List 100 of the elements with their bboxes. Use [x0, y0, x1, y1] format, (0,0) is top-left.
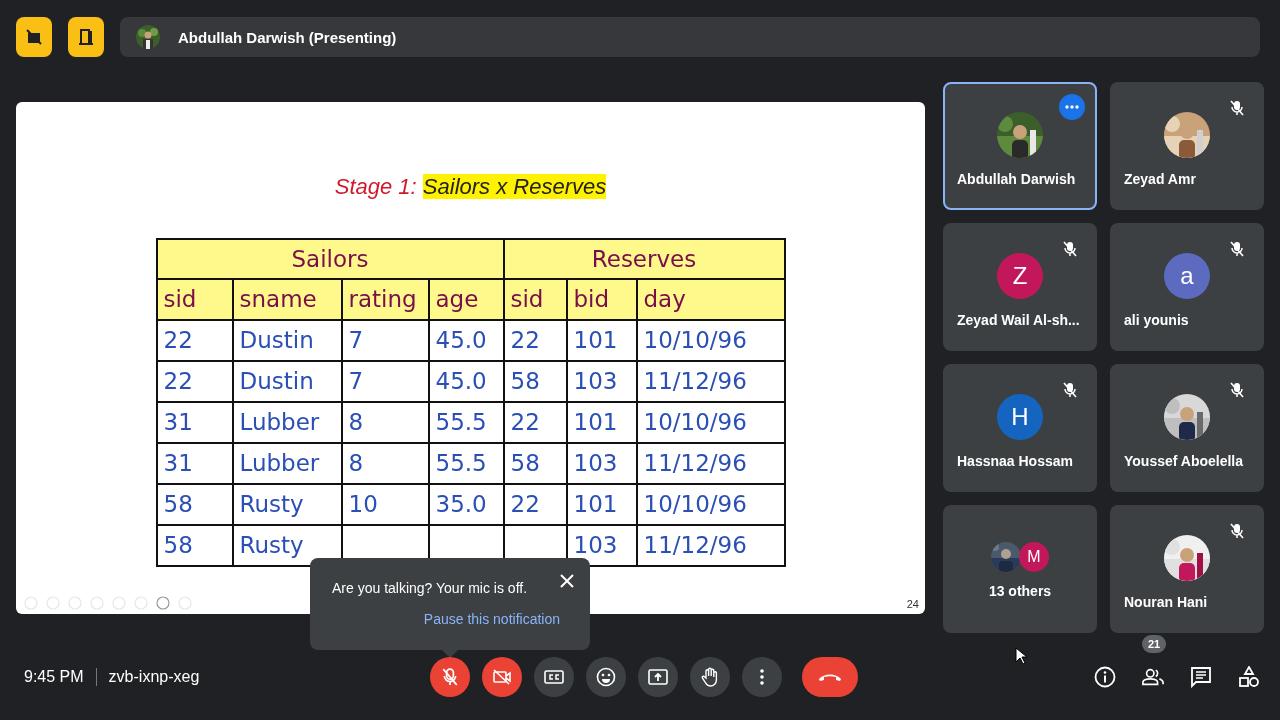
- table-cell: 10/10/96: [636, 483, 785, 525]
- camera-button[interactable]: [482, 656, 522, 697]
- clock-time: 9:45 PM: [24, 667, 84, 686]
- microphone-button[interactable]: [430, 656, 470, 697]
- participant-tile[interactable]: Zeyad Amr: [1110, 82, 1264, 210]
- table-cell: 45.0: [428, 360, 504, 402]
- table-cell: Lubber: [232, 401, 342, 443]
- table-cell: 11/12/96: [636, 524, 785, 566]
- table-cell: 10/10/96: [636, 319, 785, 361]
- table-cell: 7: [341, 319, 429, 361]
- slide-number: 24: [906, 597, 919, 610]
- shapes-icon: [1238, 665, 1260, 688]
- column-header: sid: [503, 278, 567, 320]
- table-cell: 11/12/96: [636, 442, 785, 484]
- leave-call-button[interactable]: [802, 656, 858, 697]
- table-cell: 58: [503, 360, 567, 402]
- more-icon: [1065, 105, 1079, 109]
- column-header: day: [636, 278, 785, 320]
- participant-tile[interactable]: Nouran Hani: [1110, 505, 1264, 633]
- table-cell: 103: [566, 442, 637, 484]
- table-cell: 101: [566, 401, 637, 443]
- table-cell: 35.0: [428, 483, 504, 525]
- participant-tile[interactable]: M 13 others: [943, 505, 1097, 633]
- close-button[interactable]: [558, 572, 576, 590]
- participant-name: Nouran Hani: [1124, 594, 1208, 610]
- table-cell: 103: [566, 360, 637, 402]
- table-cell: 8: [341, 401, 429, 443]
- cursor-icon: [1015, 647, 1027, 665]
- table-cell: 55.5: [428, 442, 504, 484]
- present-screen-button[interactable]: [638, 656, 678, 697]
- chat-button[interactable]: [1190, 664, 1212, 689]
- meeting-code: zvb-ixnp-xeg: [108, 667, 200, 686]
- column-header: sname: [232, 278, 342, 320]
- captions-button[interactable]: [534, 656, 574, 697]
- hand-icon: [701, 666, 719, 687]
- group-header: Sailors: [156, 238, 504, 279]
- more-vertical-icon: [760, 668, 764, 685]
- door-icon: [76, 27, 96, 47]
- chat-icon: [1190, 665, 1212, 688]
- table-cell: 45.0: [428, 319, 504, 361]
- table-cell: 31: [156, 442, 233, 484]
- present-icon: [648, 668, 668, 685]
- info-icon: [1094, 665, 1116, 688]
- smiley-icon: [596, 666, 616, 687]
- table-cell: 22: [156, 319, 233, 361]
- participant-name: ali younis: [1124, 312, 1189, 328]
- more-options-button[interactable]: [742, 656, 782, 697]
- participant-name: 13 others: [988, 583, 1052, 599]
- notification-message: Are you talking? Your mic is off.: [332, 580, 528, 596]
- table-cell: 101: [566, 319, 637, 361]
- letter-avatar: M: [1019, 542, 1049, 572]
- close-icon: [560, 574, 574, 588]
- participant-tile[interactable]: H Hassnaa Hossam: [943, 364, 1097, 492]
- table-cell: 22: [156, 360, 233, 402]
- table-cell: 101: [566, 483, 637, 525]
- group-header: Reserves: [503, 238, 785, 279]
- participant-name: Youssef Aboelella: [1124, 453, 1244, 469]
- people-count-badge: 21: [1142, 634, 1167, 653]
- table-cell: Rusty: [232, 483, 342, 525]
- raise-hand-button[interactable]: [690, 656, 730, 697]
- table-cell: Lubber: [232, 442, 342, 484]
- table-cell: 7: [341, 360, 429, 402]
- mic-off-icon: [442, 667, 458, 686]
- participant-tile[interactable]: Z Zeyad Wail Al-sh...: [943, 223, 1097, 351]
- letter-avatar: a: [1164, 253, 1210, 299]
- table-cell: 22: [503, 319, 567, 361]
- participant-name: Zeyad Wail Al-sh...: [957, 312, 1080, 328]
- participant-tile[interactable]: a ali younis: [1110, 223, 1264, 351]
- table-cell: Dustin: [232, 319, 342, 361]
- table-cell: 10: [341, 483, 429, 525]
- emoji-button[interactable]: [586, 656, 626, 697]
- more-options-button[interactable]: [1059, 94, 1085, 120]
- hide-tiles-button[interactable]: [16, 17, 52, 57]
- participant-name: Abdullah Darwish: [957, 171, 1076, 187]
- slide-title: Stage 1: Sailors x Reserves: [334, 173, 607, 200]
- table-cell: 22: [503, 483, 567, 525]
- participant-tile[interactable]: Abdullah Darwish: [943, 82, 1097, 210]
- column-header: bid: [566, 278, 637, 320]
- table-cell: 8: [341, 442, 429, 484]
- table-cell: Dustin: [232, 360, 342, 402]
- column-header: sid: [156, 278, 233, 320]
- activities-button[interactable]: [1238, 664, 1260, 689]
- table-cell: 58: [156, 524, 233, 566]
- participant-tile[interactable]: Youssef Aboelella: [1110, 364, 1264, 492]
- door-button[interactable]: [68, 17, 104, 57]
- meeting-details-button[interactable]: [1094, 664, 1116, 689]
- people-icon: [1142, 667, 1164, 686]
- presenter-name: Abdullah Darwish (Presenting): [178, 28, 397, 46]
- table-cell: 22: [503, 401, 567, 443]
- letter-avatar: H: [997, 394, 1043, 440]
- column-header: rating: [341, 278, 429, 320]
- table-cell: 11/12/96: [636, 360, 785, 402]
- participant-name: Hassnaa Hossam: [957, 453, 1073, 469]
- table-cell: 58: [503, 442, 567, 484]
- table-cell: 31: [156, 401, 233, 443]
- pause-notification-link[interactable]: Pause this notification: [423, 611, 560, 627]
- captions-icon: [544, 668, 564, 685]
- camera-off-icon: [492, 668, 512, 685]
- no-grid-icon: [24, 27, 44, 47]
- column-header: age: [428, 278, 504, 320]
